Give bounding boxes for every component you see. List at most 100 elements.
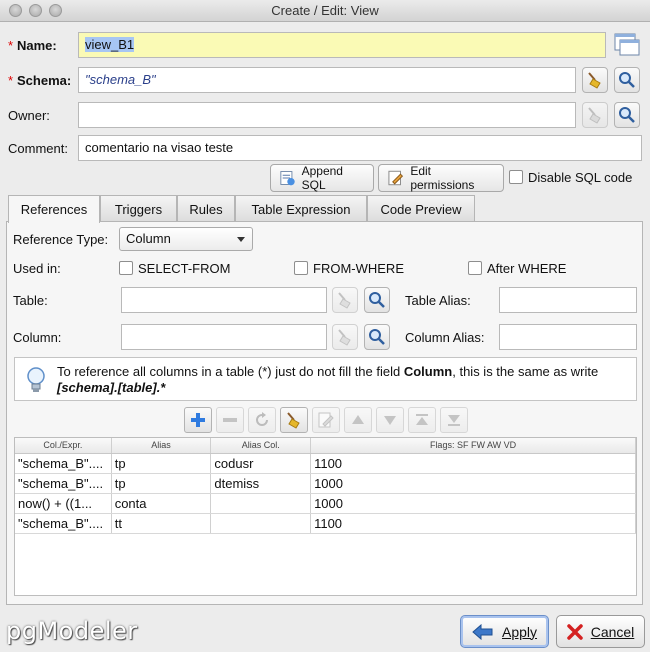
edit-icon bbox=[318, 412, 334, 428]
cell-flags: 1100 bbox=[311, 514, 636, 533]
name-value: view_B1 bbox=[85, 37, 135, 52]
append-sql-button[interactable]: Append SQL bbox=[270, 164, 374, 192]
magnifier-icon bbox=[369, 292, 385, 308]
column-alias-label: Column Alias: bbox=[405, 330, 485, 345]
header-alias[interactable]: Alias bbox=[112, 438, 212, 453]
table-field[interactable] bbox=[121, 287, 327, 313]
tab-table-expression[interactable]: Table Expression bbox=[235, 195, 367, 222]
update-row-button[interactable] bbox=[248, 407, 276, 433]
header-alias-col[interactable]: Alias Col. bbox=[211, 438, 312, 453]
table-row[interactable]: "schema_B".... tp dtemiss 1000 bbox=[15, 474, 636, 494]
magnifier-icon bbox=[619, 72, 635, 88]
cell-alias: tp bbox=[112, 454, 212, 473]
from-where-label: FROM-WHERE bbox=[313, 261, 404, 276]
cell-col-expr: "schema_B".... bbox=[15, 454, 112, 473]
append-sql-label: Append SQL bbox=[301, 164, 343, 192]
clear-rows-button[interactable] bbox=[280, 407, 308, 433]
broom-icon bbox=[588, 107, 601, 124]
owner-field[interactable] bbox=[78, 102, 576, 128]
clear-schema-button[interactable] bbox=[582, 67, 608, 93]
window-list-icon[interactable] bbox=[612, 30, 642, 60]
column-label: Column: bbox=[13, 330, 62, 345]
tab-rules[interactable]: Rules bbox=[177, 195, 235, 222]
select-owner-button[interactable] bbox=[614, 102, 640, 128]
move-top-icon bbox=[416, 414, 428, 425]
references-table[interactable]: Col./Expr. Alias Alias Col. Flags: SF FW… bbox=[14, 437, 637, 596]
select-column-button[interactable] bbox=[364, 324, 390, 350]
cell-alias-col: codusr bbox=[211, 454, 312, 473]
from-where-checkbox[interactable] bbox=[294, 261, 308, 275]
reference-type-select[interactable]: Column bbox=[119, 227, 253, 251]
apply-button[interactable]: Apply bbox=[460, 615, 549, 648]
owner-label: Owner: bbox=[8, 108, 50, 123]
edit-permissions-label: Edit permissions bbox=[410, 164, 475, 192]
cancel-label: Cancel bbox=[590, 623, 635, 640]
move-up-button[interactable] bbox=[344, 407, 372, 433]
hint-text-prefix: To reference all columns in a table (*) … bbox=[57, 364, 404, 379]
cell-alias-col: dtemiss bbox=[211, 474, 312, 493]
arrow-up-icon bbox=[352, 415, 364, 424]
column-alias-field[interactable] bbox=[499, 324, 637, 350]
lightbulb-icon bbox=[27, 367, 45, 392]
broom-icon bbox=[338, 329, 351, 346]
select-table-button[interactable] bbox=[364, 287, 390, 313]
broom-icon bbox=[588, 72, 601, 89]
pgmodeler-logo: pgModeler bbox=[6, 617, 138, 645]
disable-sql-checkbox[interactable] bbox=[509, 170, 523, 184]
clear-owner-button[interactable] bbox=[582, 102, 608, 128]
tab-references[interactable]: References bbox=[8, 195, 100, 223]
edit-icon bbox=[388, 170, 404, 186]
minus-icon bbox=[223, 418, 237, 422]
remove-row-button[interactable] bbox=[216, 407, 244, 433]
comment-field[interactable]: comentario na visao teste bbox=[78, 135, 642, 161]
tab-triggers[interactable]: Triggers bbox=[100, 195, 177, 222]
select-schema-button[interactable] bbox=[614, 67, 640, 93]
table-row[interactable]: now() + ((1... conta 1000 bbox=[15, 494, 636, 514]
disable-sql-label: Disable SQL code bbox=[528, 170, 633, 185]
after-where-checkbox[interactable] bbox=[468, 261, 482, 275]
dialog-window: Create / Edit: View * Name: view_B1 * Sc… bbox=[0, 0, 650, 652]
select-from-checkbox[interactable] bbox=[119, 261, 133, 275]
after-where-label: After WHERE bbox=[487, 261, 567, 276]
edit-permissions-button[interactable]: Edit permissions bbox=[378, 164, 504, 192]
clear-table-button[interactable] bbox=[332, 287, 358, 313]
column-field[interactable] bbox=[121, 324, 327, 350]
apply-label: Apply bbox=[501, 623, 538, 640]
cell-alias-col bbox=[211, 514, 312, 533]
schema-field[interactable]: "schema_B" bbox=[78, 67, 576, 93]
cell-flags: 1000 bbox=[311, 494, 636, 513]
table-alias-label: Table Alias: bbox=[405, 293, 471, 308]
table-row[interactable]: "schema_B".... tt 1100 bbox=[15, 514, 636, 534]
cell-alias: tp bbox=[112, 474, 212, 493]
move-bottom-button[interactable] bbox=[440, 407, 468, 433]
comment-label: Comment: bbox=[8, 141, 68, 156]
cell-alias: conta bbox=[112, 494, 212, 513]
table-row[interactable]: "schema_B".... tp codusr 1100 bbox=[15, 454, 636, 474]
clear-column-button[interactable] bbox=[332, 324, 358, 350]
cell-alias: tt bbox=[112, 514, 212, 533]
name-required-mark: * bbox=[8, 38, 14, 53]
cell-col-expr: "schema_B".... bbox=[15, 514, 112, 533]
table-alias-field[interactable] bbox=[499, 287, 637, 313]
refresh-icon bbox=[256, 412, 268, 426]
sql-icon bbox=[280, 171, 295, 186]
plus-icon bbox=[191, 413, 205, 427]
hint-box: To reference all columns in a table (*) … bbox=[14, 357, 637, 401]
broom-icon bbox=[287, 412, 300, 429]
header-flags[interactable]: Flags: SF FW AW VD bbox=[311, 438, 637, 453]
cancel-x-icon bbox=[566, 623, 583, 640]
hint-text: To reference all columns in a table (*) … bbox=[57, 364, 632, 396]
schema-label: Schema: bbox=[17, 73, 72, 88]
tab-code-preview[interactable]: Code Preview bbox=[367, 195, 475, 222]
name-input[interactable]: view_B1 bbox=[78, 32, 606, 58]
header-col-expr[interactable]: Col./Expr. bbox=[15, 438, 112, 453]
edit-row-button[interactable] bbox=[312, 407, 340, 433]
cancel-button[interactable]: Cancel bbox=[556, 615, 645, 648]
move-top-button[interactable] bbox=[408, 407, 436, 433]
add-row-button[interactable] bbox=[184, 407, 212, 433]
used-in-label: Used in: bbox=[13, 261, 61, 276]
select-from-label: SELECT-FROM bbox=[138, 261, 231, 276]
hint-text-code: [schema].[table].* bbox=[57, 380, 166, 395]
arrow-down-icon bbox=[384, 416, 396, 425]
move-down-button[interactable] bbox=[376, 407, 404, 433]
